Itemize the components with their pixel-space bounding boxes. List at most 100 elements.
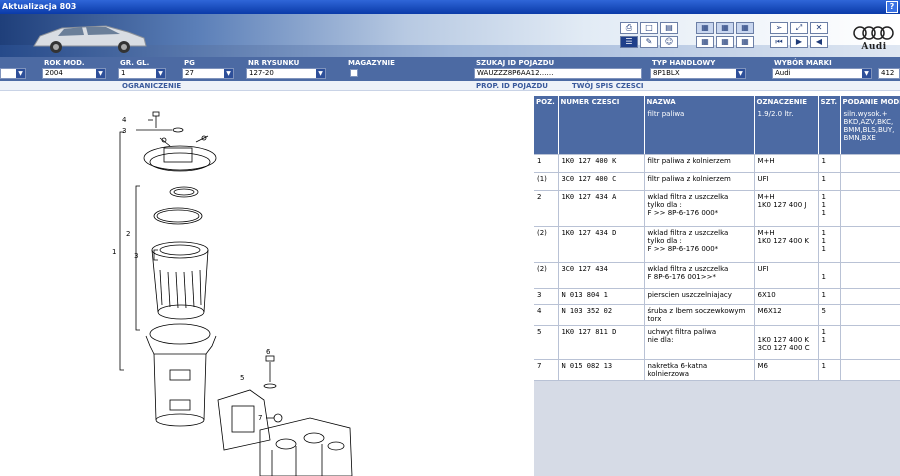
- view-a-icon[interactable]: ▦: [696, 22, 714, 34]
- toolbar-group-views: ▦ ▦ ▦ ▦ ▦ ▦: [696, 22, 760, 48]
- cell-oznaczenie: UFI: [754, 172, 819, 191]
- window-icon[interactable]: □: [640, 22, 658, 34]
- prev-field[interactable]: ▼: [0, 68, 26, 79]
- window-title-bar: Aktualizacja 803 ?: [0, 0, 900, 14]
- table-row[interactable]: (1) 3C0 127 400 C filtr paliwa z kolnier…: [534, 172, 900, 191]
- prop-id-link[interactable]: PROP. ID POJAZDU: [476, 81, 548, 91]
- chevron-down-icon: ▼: [156, 69, 165, 78]
- pen-icon[interactable]: ✎: [640, 36, 658, 48]
- sub-bar: OGRANICZENIE PROP. ID POJAZDU TWÓJ SPIS …: [0, 81, 900, 91]
- cell-numer: N 013 804 1: [558, 288, 645, 305]
- audi-logo: Audi: [852, 26, 896, 54]
- col-szt[interactable]: SZT.: [818, 96, 841, 108]
- marka-select[interactable]: Audi ▼: [772, 68, 872, 79]
- table-row[interactable]: (2) 1K0 127 434 D wklad filtra z uszczel…: [534, 226, 900, 263]
- nr-rysunku-value: 127-20: [249, 69, 274, 77]
- group-nazwa: filtr paliwa: [644, 108, 755, 155]
- cell-model: [840, 304, 900, 326]
- gr-gl-label: GR. GL.: [120, 59, 150, 67]
- table-row[interactable]: 1 1K0 127 400 K filtr paliwa z kolnierze…: [534, 154, 900, 173]
- pg-select[interactable]: 27 ▼: [182, 68, 234, 79]
- cell-nazwa: filtr paliwa z kolnierzem: [644, 154, 755, 173]
- col-oznaczenie[interactable]: OZNACZENIE: [754, 96, 819, 108]
- view-f-icon[interactable]: ▦: [736, 36, 754, 48]
- cell-oznaczenie: M6X12: [754, 304, 819, 326]
- cell-nazwa: śruba z lbem soczewkowym torx: [644, 304, 755, 326]
- pg-label: PG: [184, 59, 195, 67]
- pg-value: 27: [185, 69, 194, 77]
- folder-icon[interactable]: ▤: [660, 22, 678, 34]
- cell-nazwa: wklad filtra z uszczelka tylko dla : F >…: [644, 226, 755, 263]
- gr-gl-select[interactable]: 1 ▼: [118, 68, 166, 79]
- cell-poz: 1: [534, 154, 559, 173]
- first-page-icon[interactable]: ⏮: [770, 36, 788, 48]
- callout-4: 4: [122, 116, 127, 124]
- typ-select[interactable]: 8P1BLX ▼: [650, 68, 746, 79]
- szukaj-value: WAUZZZ8P6AA12……: [477, 69, 554, 77]
- magazynie-checkbox[interactable]: [350, 69, 358, 77]
- cell-nazwa: pierscien uszczelniajacy: [644, 288, 755, 305]
- twoj-spis-link[interactable]: TWÓJ SPIS CZESCI: [572, 81, 644, 91]
- szukaj-label: SZUKAJ ID POJAZDU: [476, 59, 555, 67]
- table-row[interactable]: 5 1K0 127 811 D uchwyt filtra paliwa nie…: [534, 325, 900, 360]
- table-row[interactable]: 4 N 103 352 02 śruba z lbem soczewkowym …: [534, 304, 900, 326]
- rok-mod-select[interactable]: 2004 ▼: [42, 68, 106, 79]
- chevron-down-icon: ▼: [316, 69, 325, 78]
- cell-model: [840, 190, 900, 227]
- next-page-icon[interactable]: ▶: [790, 36, 808, 48]
- cell-poz: 3: [534, 288, 559, 305]
- count-value: 412: [881, 69, 895, 77]
- cell-numer: 3C0 127 400 C: [558, 172, 645, 191]
- parts-table-container: POZ. NUMER CZESCI NAZWA OZNACZENIE SZT. …: [534, 96, 900, 476]
- cell-model: [840, 262, 900, 289]
- table-row[interactable]: 2 1K0 127 434 A wklad filtra z uszczelka…: [534, 190, 900, 227]
- chevron-down-icon: ▼: [16, 69, 25, 78]
- prev-page-icon[interactable]: ◀: [810, 36, 828, 48]
- cell-nazwa: filtr paliwa z kolnierzem: [644, 172, 755, 191]
- cell-poz: 7: [534, 359, 559, 381]
- col-model[interactable]: PODANIE MODELU: [840, 96, 900, 108]
- print-icon[interactable]: ⎙: [620, 22, 638, 34]
- help-button[interactable]: ?: [886, 1, 898, 13]
- cell-numer: 1K0 127 434 A: [558, 190, 645, 227]
- table-row[interactable]: (2) 3C0 127 434 wklad filtra z uszczelka…: [534, 262, 900, 289]
- chevron-down-icon: ▼: [224, 69, 233, 78]
- cell-oznaczenie: M6: [754, 359, 819, 381]
- table-row[interactable]: 7 N 015 082 13 nakretka 6-katna kolnierz…: [534, 359, 900, 381]
- view-e-icon[interactable]: ▦: [716, 36, 734, 48]
- car-image: [33, 25, 147, 53]
- list-icon[interactable]: ☰: [620, 36, 638, 48]
- view-d-icon[interactable]: ▦: [696, 36, 714, 48]
- col-nazwa[interactable]: NAZWA: [644, 96, 755, 108]
- cell-szt: 1: [818, 288, 841, 305]
- cell-oznaczenie: M+H 1K0 127 400 J: [754, 190, 819, 227]
- col-poz[interactable]: POZ.: [534, 96, 559, 108]
- cell-model: [840, 325, 900, 360]
- filter-bar: ▼ ROK MOD. 2004 ▼ GR. GL. 1 ▼ PG 27 ▼ NR RY…: [0, 57, 900, 81]
- close-icon[interactable]: ✕: [810, 22, 828, 34]
- cell-szt: 1: [818, 359, 841, 381]
- cell-poz: 2: [534, 190, 559, 227]
- pin-icon[interactable]: ➢: [770, 22, 788, 34]
- window-title: Aktualizacja 803: [2, 2, 77, 11]
- table-row[interactable]: 3 N 013 804 1 pierscien uszczelniajacy 6…: [534, 288, 900, 305]
- cell-szt: 1: [818, 154, 841, 173]
- szukaj-input[interactable]: WAUZZZ8P6AA12……: [474, 68, 642, 79]
- marka-value: Audi: [775, 69, 791, 77]
- callout-6: 6: [266, 348, 271, 356]
- cell-numer: 1K0 127 434 D: [558, 226, 645, 263]
- cell-model: [840, 154, 900, 173]
- col-numer[interactable]: NUMER CZESCI: [558, 96, 645, 108]
- view-c-icon[interactable]: ▦: [736, 22, 754, 34]
- marka-label: WYBÓR MARKI: [774, 59, 832, 67]
- resize-icon[interactable]: ⤢: [790, 22, 808, 34]
- cell-poz: 4: [534, 304, 559, 326]
- people-icon[interactable]: ☺: [660, 36, 678, 48]
- count-field[interactable]: 412: [878, 68, 900, 79]
- cell-szt: 1 1 1: [818, 190, 841, 227]
- ograniczenie-link[interactable]: OGRANICZENIE: [122, 81, 181, 91]
- view-b-icon[interactable]: ▦: [716, 22, 734, 34]
- nr-rysunku-select[interactable]: 127-20 ▼: [246, 68, 326, 79]
- group-model: siln.wysok.+ BKD,AZV,BKC, BMM,BLS,BUY, B…: [840, 108, 900, 155]
- rok-mod-value: 2004: [45, 69, 63, 77]
